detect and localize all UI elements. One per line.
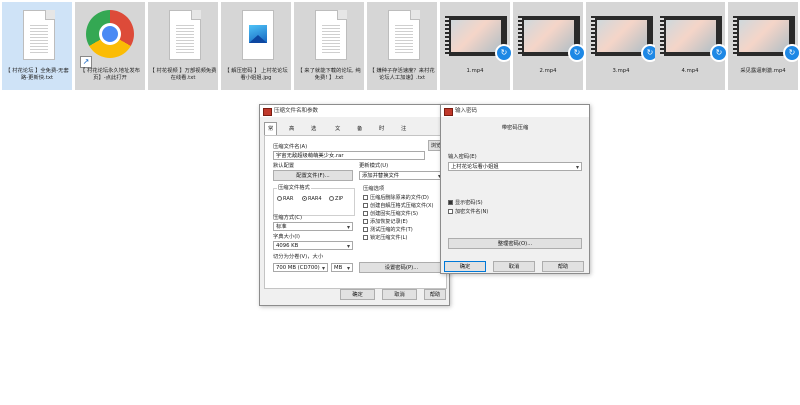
dict-select[interactable]: 4096 KB (273, 241, 353, 250)
file-name: 4.mp4 (681, 68, 699, 74)
text-file-icon (376, 8, 428, 60)
archive-name-field[interactable]: 宇宙无敌超级萌萌美少女.rar (273, 151, 425, 160)
sync-icon: ↻ (783, 44, 800, 62)
profiles-button[interactable]: 配置文件(F)... (273, 170, 353, 181)
text-file-icon (11, 8, 63, 60)
general-panel: 压缩文件名(A) 宇宙无敌超级萌萌美少女.rar 浏览 默认配置 配置文件(F)… (264, 135, 447, 289)
file-item[interactable]: ↻ 3.mp4 (586, 2, 659, 90)
file-grid: 【 村花论坛 】全免费-无套路-更新快.txt ↗ 【 村花论坛永久地址发布页】… (0, 0, 800, 90)
format-radio-rar4[interactable]: RAR4 (302, 196, 322, 203)
file-item[interactable]: 【 解压密码 】 上村花论坛看小姐姐.jpg (221, 2, 291, 90)
update-mode-label: 更新模式(U) (359, 163, 389, 169)
option-delete-after[interactable]: 压缩后删除原来的文件(D) (363, 195, 429, 202)
split-unit-select[interactable]: MB (331, 263, 353, 272)
password-dialog: 输入密码 带密码压缩 输入密码(E) 上村花论坛看小姐姐 显示密码(S) 加密文… (440, 104, 590, 274)
winrar-icon (444, 108, 453, 116)
video-thumbnail: ↻ (445, 8, 513, 62)
file-item[interactable]: ↻ 采见露逼刺激.mp4 (728, 2, 800, 90)
file-item[interactable]: ↻ 4.mp4 (655, 2, 728, 90)
option-test[interactable]: 测试压缩的文件(T) (363, 227, 413, 234)
file-name: 【 来了就能下载的论坛, 纯免费! 】.txt (297, 68, 361, 81)
tab-general[interactable]: 常规 (264, 122, 278, 144)
video-thumbnail: ↻ (518, 8, 586, 62)
update-mode-select[interactable]: 添加并替换文件 (359, 171, 444, 180)
option-lock[interactable]: 锁定压缩文件(L) (363, 235, 407, 242)
option-sfx[interactable]: 创建自解压格式压缩文件(X) (363, 203, 434, 210)
file-name: 采见露逼刺激.mp4 (740, 68, 786, 74)
video-thumbnail: ↻ (733, 8, 800, 62)
encrypt-names-checkbox[interactable]: 加密文件名(N) (448, 209, 488, 216)
sync-icon: ↻ (710, 44, 728, 62)
dict-label: 字典大小(I) (273, 234, 300, 240)
password-dialog-titlebar[interactable]: 输入密码 (441, 105, 589, 117)
archive-dialog-title: 压缩文件名和参数 (274, 108, 319, 114)
password-input-label: 输入密码(E) (448, 154, 477, 160)
shortcut-arrow-icon: ↗ (80, 56, 92, 68)
password-input[interactable]: 上村花论坛看小姐姐 (448, 162, 582, 171)
show-password-checkbox[interactable]: 显示密码(S) (448, 200, 483, 207)
file-name: 【 解压密码 】 上村花论坛看小姐姐.jpg (224, 68, 288, 81)
help-button[interactable]: 帮助 (542, 261, 584, 272)
archive-dialog-titlebar[interactable]: 压缩文件名和参数 (260, 105, 449, 117)
archive-dialog: 压缩文件名和参数 常规 高级 选项 文件 备份 时间 注释 压缩文件名(A) 宇… (259, 104, 450, 306)
file-name: 【 村花视频 】万部视频免费在线看.txt (149, 68, 217, 81)
file-name: 【 嫌种子存活速度？来村花论坛人工加速】.txt (369, 68, 435, 81)
file-item[interactable]: 【 来了就能下载的论坛, 纯免费! 】.txt (294, 2, 364, 90)
video-thumbnail: ↻ (591, 8, 659, 62)
file-name: 【 村花论坛永久地址发布页】-点此打开 (80, 68, 140, 81)
winrar-icon (263, 108, 272, 116)
method-select[interactable]: 标准 (273, 222, 353, 231)
option-solid[interactable]: 创建固实压缩文件(S) (363, 211, 418, 218)
text-file-icon (303, 8, 355, 60)
file-item[interactable]: 【 嫌种子存活速度？来村花论坛人工加速】.txt (367, 2, 437, 90)
text-file-icon (157, 8, 209, 60)
video-thumbnail: ↻ (660, 8, 728, 62)
method-label: 压缩方式(C) (273, 215, 303, 221)
set-password-button[interactable]: 设置密码(P)... (359, 262, 444, 273)
password-dialog-title: 输入密码 (455, 108, 478, 114)
option-recovery[interactable]: 添加恢复记录(E) (363, 219, 408, 226)
cancel-button[interactable]: 取消 (493, 261, 535, 272)
sync-icon: ↻ (495, 44, 513, 62)
archive-name-label: 压缩文件名(A) (273, 144, 308, 150)
chrome-icon: ↗ (80, 8, 136, 68)
file-item[interactable]: 【 村花论坛 】全免费-无套路-更新快.txt (2, 2, 72, 90)
file-name: 【 村花论坛 】全免费-无套路-更新快.txt (5, 68, 69, 81)
format-radio-zip[interactable]: ZIP (329, 196, 343, 203)
image-file-icon (230, 8, 282, 60)
options-group-label: 压缩选项 (363, 186, 385, 192)
ok-button[interactable]: 确定 (340, 289, 375, 300)
help-button[interactable]: 帮助 (424, 289, 446, 300)
split-size-select[interactable]: 700 MB (CD700) (273, 263, 328, 272)
file-name: 1.mp4 (466, 68, 484, 74)
default-profile-label: 默认配置 (273, 163, 295, 169)
file-name: 3.mp4 (612, 68, 630, 74)
format-group-label: 压缩文件格式 (277, 185, 311, 192)
password-heading: 带密码压缩 (501, 125, 529, 131)
cancel-button[interactable]: 取消 (382, 289, 417, 300)
ok-button[interactable]: 确定 (444, 261, 486, 272)
split-label: 切分为分卷(V)，大小 (273, 254, 324, 260)
file-item[interactable]: 【 村花视频 】万部视频免费在线看.txt (148, 2, 218, 90)
file-item[interactable]: ↗ 【 村花论坛永久地址发布页】-点此打开 (75, 2, 145, 90)
file-name: 2.mp4 (539, 68, 557, 74)
format-radio-rar[interactable]: RAR (277, 196, 293, 203)
organize-passwords-button[interactable]: 整理密码(O)... (448, 238, 582, 249)
file-item[interactable]: ↻ 1.mp4 (440, 2, 513, 90)
sync-icon: ↻ (568, 44, 586, 62)
file-item[interactable]: ↻ 2.mp4 (513, 2, 586, 90)
